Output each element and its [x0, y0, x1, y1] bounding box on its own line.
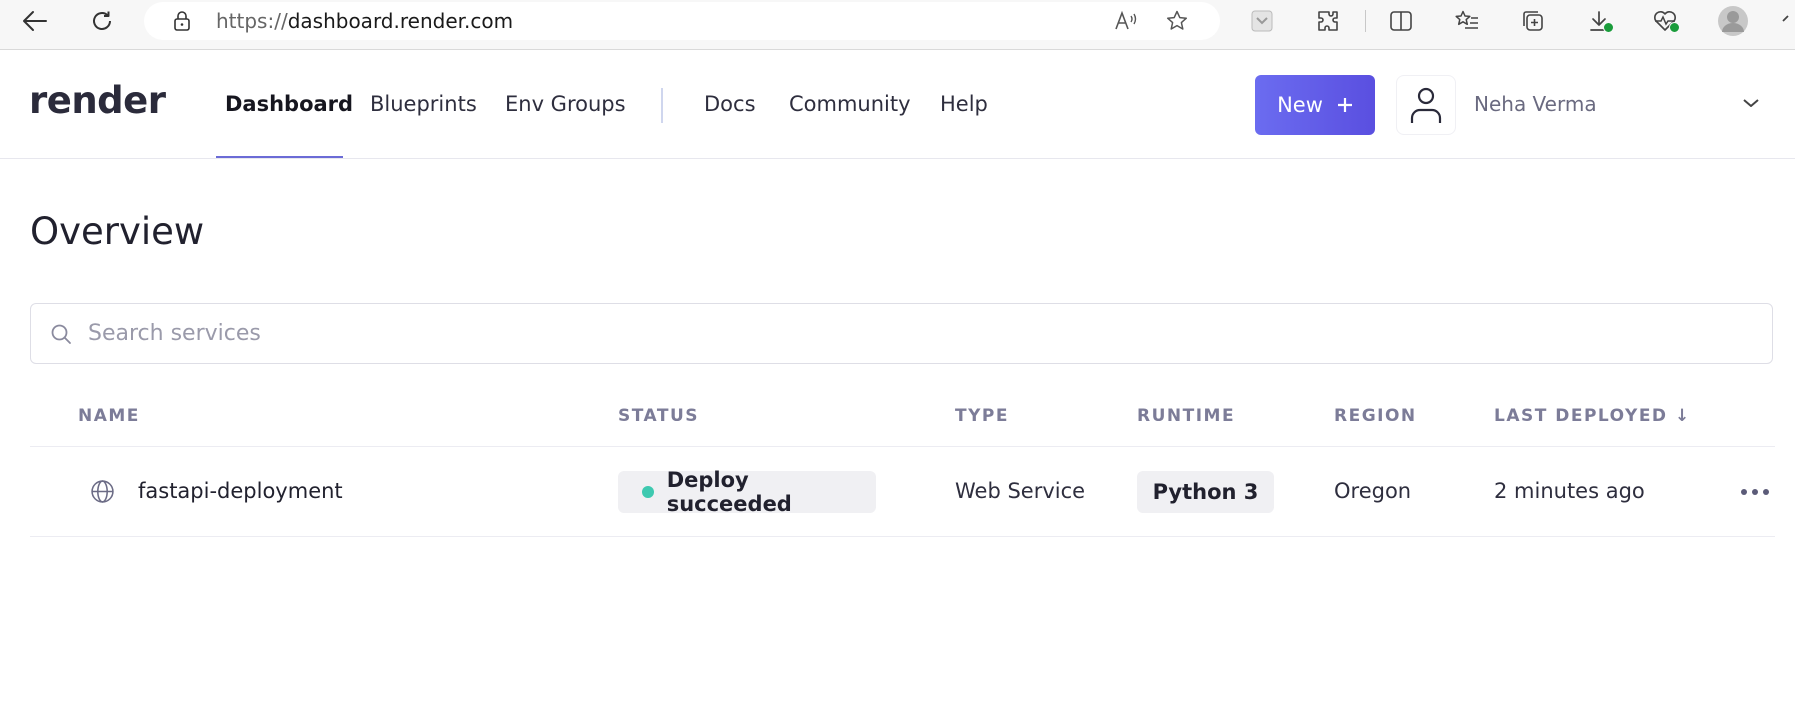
nav-docs[interactable]: Docs — [704, 51, 756, 158]
nav-divider — [661, 88, 663, 123]
back-icon[interactable] — [14, 0, 56, 42]
more-dot — [1763, 489, 1769, 495]
column-header-name[interactable]: NAME — [78, 406, 140, 426]
search-box[interactable] — [30, 303, 1773, 364]
chevron-left-icon[interactable] — [1775, 0, 1795, 42]
nav-help[interactable]: Help — [940, 51, 988, 158]
toolbar-separator — [1365, 10, 1366, 32]
globe-icon — [91, 480, 114, 503]
more-dot — [1741, 489, 1747, 495]
favorites-list-icon[interactable] — [1446, 0, 1488, 42]
address-bar[interactable]: https://dashboard.render.com — [144, 2, 1220, 40]
url-text: https://dashboard.render.com — [216, 2, 513, 40]
user-avatar-icon[interactable] — [1396, 75, 1456, 135]
status-badge: Deploy succeeded — [618, 468, 876, 516]
column-header-type[interactable]: TYPE — [955, 406, 1009, 426]
service-region: Oregon — [1334, 479, 1412, 503]
service-name-link[interactable]: fastapi-deployment — [138, 447, 343, 536]
favorite-star-icon[interactable] — [1156, 0, 1198, 42]
more-options-icon[interactable] — [1735, 477, 1775, 507]
refresh-icon[interactable] — [81, 0, 123, 42]
page-title: Overview — [30, 210, 205, 253]
column-header-last-deployed[interactable]: LAST DEPLOYED ↓ — [1494, 406, 1691, 426]
downloads-icon[interactable] — [1578, 0, 1620, 42]
new-button-label: New — [1277, 93, 1323, 117]
lock-icon[interactable] — [170, 2, 194, 40]
essentials-status-badge-icon — [1669, 22, 1680, 33]
column-header-status[interactable]: STATUS — [618, 406, 699, 426]
runtime-badge: Python 3 — [1137, 471, 1274, 513]
column-header-region[interactable]: REGION — [1334, 406, 1417, 426]
plus-icon — [1337, 98, 1352, 112]
last-deployed-time: 2 minutes ago — [1494, 479, 1645, 503]
column-header-runtime[interactable]: RUNTIME — [1137, 406, 1235, 426]
user-name[interactable]: Neha Verma — [1474, 51, 1597, 158]
more-dot — [1752, 489, 1758, 495]
nav-community[interactable]: Community — [789, 51, 911, 158]
new-button[interactable]: New — [1255, 75, 1375, 135]
service-type: Web Service — [955, 479, 1086, 503]
app-header: render Dashboard Blueprints Env Groups D… — [0, 51, 1795, 159]
table-row-divider — [30, 536, 1775, 537]
render-logo[interactable]: render — [29, 79, 166, 122]
search-icon — [51, 324, 71, 344]
nav-blueprints[interactable]: Blueprints — [370, 51, 477, 158]
search-input[interactable] — [88, 304, 1748, 363]
extension-pocket-icon[interactable] — [1241, 0, 1283, 42]
download-complete-badge-icon — [1603, 22, 1614, 33]
read-aloud-icon[interactable] — [1105, 0, 1147, 42]
browser-essentials-icon[interactable] — [1644, 0, 1686, 42]
chevron-down-icon[interactable] — [1737, 89, 1765, 117]
profile-avatar-icon[interactable] — [1712, 0, 1754, 42]
url-scheme: https:// — [216, 9, 288, 33]
extensions-puzzle-icon[interactable] — [1307, 0, 1349, 42]
status-text: Deploy succeeded — [666, 468, 792, 516]
status-dot-icon — [642, 486, 654, 498]
url-host: dashboard.render.com — [287, 9, 514, 33]
collections-icon[interactable] — [1512, 0, 1554, 42]
split-screen-icon[interactable] — [1380, 0, 1422, 42]
nav-dashboard[interactable]: Dashboard — [225, 51, 353, 158]
nav-active-indicator — [216, 156, 343, 158]
table-row[interactable]: fastapi-deployment Deploy succeeded Web … — [30, 447, 1775, 536]
nav-env-groups[interactable]: Env Groups — [505, 51, 626, 158]
browser-toolbar: https://dashboard.render.com — [0, 0, 1795, 50]
